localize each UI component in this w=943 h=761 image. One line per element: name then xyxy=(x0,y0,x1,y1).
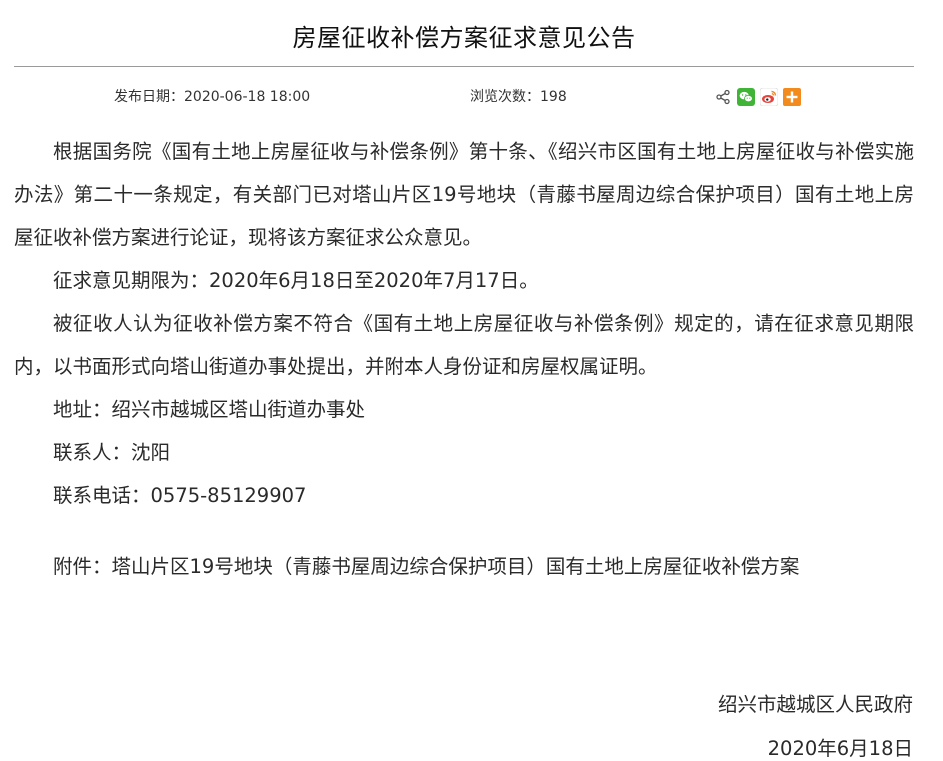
view-count: 浏览次数：198 xyxy=(470,89,567,105)
signature-date: 2020年6月18日 xyxy=(767,737,913,760)
share-bar xyxy=(714,87,801,107)
body-paragraph-objection: 被征收人认为征收补偿方案不符合《国有土地上房屋征收与补偿条例》规定的，请在征求意… xyxy=(14,312,914,378)
attachment-link[interactable]: 附件：塔山片区19号地块（青藤书屋周边综合保护项目）国有土地上房屋征收补偿方案 xyxy=(14,545,914,588)
contact-phone: 联系电话：0575-85129907 xyxy=(53,484,307,507)
contact-address: 地址：绍兴市越城区塔山街道办事处 xyxy=(53,398,366,421)
weibo-icon[interactable] xyxy=(760,88,778,106)
wechat-icon[interactable] xyxy=(737,88,755,106)
page-title: 房屋征收补偿方案征求意见公告 xyxy=(292,24,636,52)
title-divider xyxy=(14,66,914,67)
body-paragraph-legal-basis: 根据国务院《国有土地上房屋征收与补偿条例》第十条、《绍兴市区国有土地上房屋征收与… xyxy=(14,140,914,249)
share-icon[interactable] xyxy=(714,88,732,106)
body-paragraph-period: 征求意见期限为：2020年6月18日至2020年7月17日。 xyxy=(53,269,539,292)
signature-organization: 绍兴市越城区人民政府 xyxy=(717,693,913,716)
announcement-body: 根据国务院《国有土地上房屋征收与补偿条例》第十条、《绍兴市区国有土地上房屋征收与… xyxy=(14,130,914,588)
more-share-icon[interactable] xyxy=(783,88,801,106)
contact-person: 联系人：沈阳 xyxy=(53,441,171,464)
publish-date: 发布日期：2020-06-18 18:00 xyxy=(114,89,311,105)
announcement-page: 房屋征收补偿方案征求意见公告 发布日期：2020-06-18 18:00 浏览次… xyxy=(0,0,943,760)
